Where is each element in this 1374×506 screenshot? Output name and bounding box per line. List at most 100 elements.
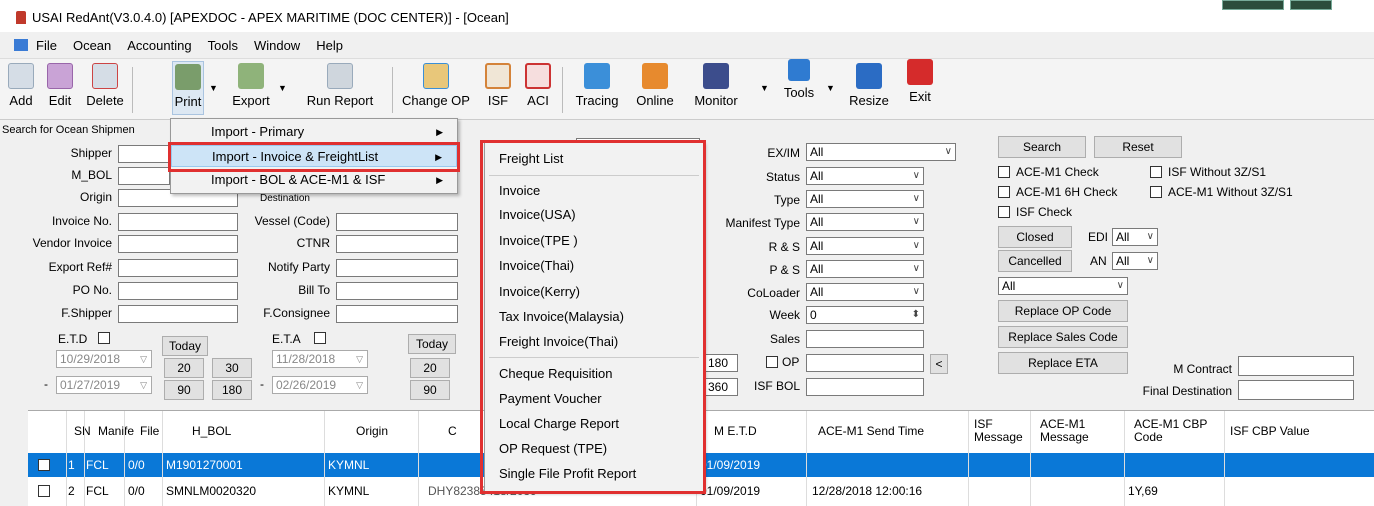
op-input[interactable] — [806, 354, 924, 372]
aci-button[interactable]: ACI — [524, 63, 552, 108]
isf-without-checkbox[interactable] — [1150, 166, 1162, 178]
app-menu-icon[interactable] — [14, 39, 28, 51]
shipper-input[interactable] — [118, 145, 170, 163]
f-shipper-input[interactable] — [118, 305, 238, 323]
reset-button[interactable]: Reset — [1094, 136, 1182, 158]
cancelled-button[interactable]: Cancelled — [998, 250, 1072, 272]
vessel-code-input[interactable] — [336, 213, 458, 231]
menu-accounting[interactable]: Accounting — [127, 38, 191, 53]
manifest-type-select[interactable]: All ∨ — [806, 213, 924, 231]
etd-checkbox[interactable] — [98, 332, 110, 344]
closed-button[interactable]: Closed — [998, 226, 1072, 248]
isf-bol-input[interactable] — [806, 378, 924, 396]
col-ace-send[interactable]: ACE-M1 Send Time — [818, 411, 924, 451]
menu-tools[interactable]: Tools — [208, 38, 238, 53]
an-select[interactable]: All ∨ — [1112, 252, 1158, 270]
ctnr-input[interactable] — [336, 235, 458, 253]
search-button[interactable]: Search — [998, 136, 1086, 158]
menu-window[interactable]: Window — [254, 38, 300, 53]
bill-to-input[interactable] — [336, 282, 458, 300]
edi-select[interactable]: All ∨ — [1112, 228, 1158, 246]
etd-to-date[interactable]: 01/27/2019 ▽ — [56, 376, 152, 394]
etd-90-button[interactable]: 90 — [164, 380, 204, 400]
window-controls[interactable] — [1222, 0, 1284, 10]
etd-from-date[interactable]: 10/29/2018 ▽ — [56, 350, 152, 368]
tools-button[interactable]: Tools — [776, 59, 822, 100]
tools-dropdown-icon[interactable]: ▼ — [760, 83, 769, 93]
all-select[interactable]: All ∨ — [998, 277, 1128, 295]
etd-180-button[interactable]: 180 — [212, 380, 252, 400]
col-isf-cbp-value[interactable]: ISF CBP Value — [1230, 411, 1310, 451]
menu-ocean[interactable]: Ocean — [73, 38, 111, 53]
etd-20-button[interactable]: 20 — [164, 358, 204, 378]
run-report-button[interactable]: Run Report — [300, 63, 380, 108]
menu-item-import-bol-ace-isf[interactable]: Import - BOL & ACE-M1 & ISF ▶ — [171, 169, 457, 191]
vendor-invoice-input[interactable] — [118, 235, 238, 253]
m-bol-input[interactable] — [118, 167, 170, 185]
isf-button[interactable]: ISF — [484, 63, 512, 108]
col-hbol[interactable]: H_BOL — [192, 411, 231, 451]
tools-more-icon[interactable]: ▼ — [826, 83, 835, 93]
type-select[interactable]: All ∨ — [806, 190, 924, 208]
coloader-select[interactable]: All ∨ — [806, 283, 924, 301]
notify-party-input[interactable] — [336, 259, 458, 277]
print-button[interactable]: Print — [172, 61, 204, 115]
ace-m1-6h-checkbox[interactable] — [998, 186, 1010, 198]
export-ref-input[interactable] — [118, 259, 238, 277]
invoice-no-input[interactable] — [118, 213, 238, 231]
col-sn[interactable]: SN — [74, 411, 91, 451]
print-dropdown-icon[interactable]: ▼ — [209, 83, 218, 93]
col-c[interactable]: C — [448, 411, 457, 451]
etd-30-button[interactable]: 30 — [212, 358, 252, 378]
eta-20-button[interactable]: 20 — [410, 358, 450, 378]
online-button[interactable]: Online — [630, 63, 680, 108]
status-select[interactable]: All ∨ — [806, 167, 924, 185]
ps-select[interactable]: All ∨ — [806, 260, 924, 278]
tracing-button[interactable]: Tracing — [570, 63, 624, 108]
etd-today-button[interactable]: Today — [162, 336, 208, 356]
col-cbp-code[interactable]: ACE-M1 CBP Code — [1134, 411, 1214, 451]
range-360-input[interactable]: 360 — [704, 378, 738, 396]
f-consignee-input[interactable] — [336, 305, 458, 323]
col-manifest[interactable]: Manife — [98, 411, 134, 451]
range-180-input[interactable]: 180 — [704, 354, 738, 372]
row-checkbox[interactable] — [38, 485, 50, 497]
export-button[interactable]: Export — [228, 63, 274, 108]
op-checkbox[interactable] — [766, 356, 778, 368]
export-dropdown-icon[interactable]: ▼ — [278, 83, 287, 93]
change-op-button[interactable]: Change OP — [398, 63, 474, 108]
window-controls-2[interactable] — [1290, 0, 1332, 10]
row-checkbox[interactable] — [38, 459, 50, 471]
sales-input[interactable] — [806, 330, 924, 348]
final-destination-input[interactable] — [1238, 380, 1354, 400]
menu-item-import-primary[interactable]: Import - Primary ▶ — [171, 121, 457, 143]
add-button[interactable]: Add — [6, 63, 36, 108]
menu-help[interactable]: Help — [316, 38, 343, 53]
col-file[interactable]: File — [140, 411, 159, 451]
replace-eta-button[interactable]: Replace ETA — [998, 352, 1128, 374]
replace-sales-code-button[interactable]: Replace Sales Code — [998, 326, 1128, 348]
ace-m1-without-checkbox[interactable] — [1150, 186, 1162, 198]
exit-button[interactable]: Exit — [902, 59, 938, 104]
rs-select[interactable]: All ∨ — [806, 237, 924, 255]
ace-m1-check-checkbox[interactable] — [998, 166, 1010, 178]
eta-90-button[interactable]: 90 — [410, 380, 450, 400]
edit-button[interactable]: Edit — [44, 63, 76, 108]
isf-check-checkbox[interactable] — [998, 206, 1010, 218]
eta-to-date[interactable]: 02/26/2019 ▽ — [272, 376, 368, 394]
col-origin[interactable]: Origin — [356, 411, 388, 451]
exim-select[interactable]: All ∨ — [806, 143, 956, 161]
m-contract-input[interactable] — [1238, 356, 1354, 376]
menu-file[interactable]: File — [36, 38, 57, 53]
delete-button[interactable]: Delete — [84, 63, 126, 108]
col-metd[interactable]: M E.T.D — [714, 411, 757, 451]
eta-today-button[interactable]: Today — [408, 334, 456, 354]
monitor-button[interactable]: Monitor — [686, 63, 746, 108]
eta-from-date[interactable]: 11/28/2018 ▽ — [272, 350, 368, 368]
replace-op-code-button[interactable]: Replace OP Code — [998, 300, 1128, 322]
week-stepper[interactable]: 0 ⬍ — [806, 306, 924, 324]
col-isf-message[interactable]: ISF Message — [974, 411, 1023, 451]
resize-button[interactable]: Resize — [844, 63, 894, 108]
eta-checkbox[interactable] — [314, 332, 326, 344]
po-no-input[interactable] — [118, 282, 238, 300]
